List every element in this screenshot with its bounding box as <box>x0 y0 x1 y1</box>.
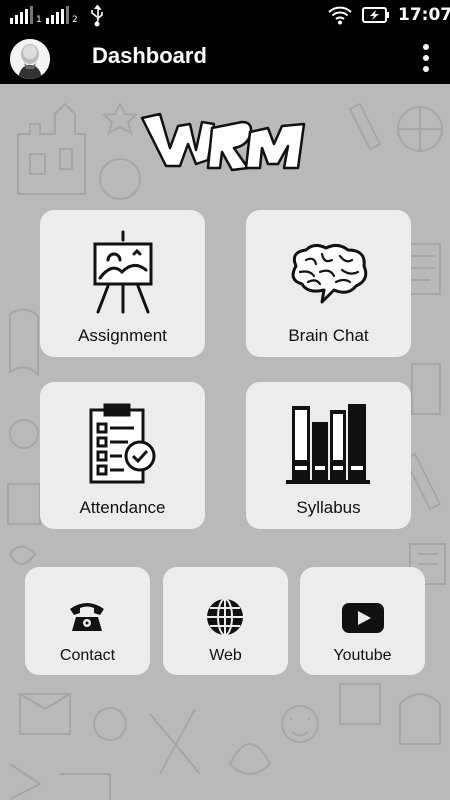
avatar[interactable] <box>10 39 50 79</box>
telephone-icon <box>70 603 104 631</box>
page-title: Dashboard <box>92 43 207 68</box>
tile-label: Attendance <box>79 498 166 517</box>
logo-graffiti <box>140 112 306 172</box>
tile-label: Youtube <box>333 647 392 664</box>
checklist-icon <box>89 403 156 484</box>
usb-icon <box>91 5 103 27</box>
attendance-tile[interactable]: Attendance <box>40 382 205 529</box>
battery-charging-icon <box>362 7 389 23</box>
sim1-label: 1 <box>36 15 42 25</box>
youtube-icon <box>342 603 384 633</box>
tile-label: Brain Chat <box>288 326 369 345</box>
assignment-tile[interactable]: Assignment <box>40 210 205 357</box>
youtube-tile[interactable]: Youtube <box>300 567 425 675</box>
signal-icon <box>46 6 69 24</box>
dashboard-content: Assignment Brain Chat Attendance Syllabu… <box>0 84 450 800</box>
globe-icon <box>207 598 243 636</box>
sim2-label: 2 <box>72 15 78 25</box>
brain-chat-icon <box>291 243 368 304</box>
status-time: 17:07 <box>398 5 450 25</box>
brain-chat-tile[interactable]: Brain Chat <box>246 210 411 357</box>
syllabus-tile[interactable]: Syllabus <box>246 382 411 529</box>
signal-icon <box>10 6 33 24</box>
tile-label: Contact <box>59 647 116 664</box>
wifi-icon <box>328 6 352 25</box>
contact-tile[interactable]: Contact <box>25 567 150 675</box>
status-bar: 1 2 17:07 <box>0 0 450 32</box>
tile-label: Syllabus <box>296 498 361 517</box>
tile-label: Assignment <box>78 326 167 345</box>
avatar-image <box>10 39 50 79</box>
app-bar: Dashboard <box>0 32 450 84</box>
tile-label: Web <box>209 647 242 664</box>
books-icon <box>286 404 370 484</box>
easel-icon <box>93 230 153 314</box>
more-vert-icon[interactable] <box>416 40 438 76</box>
web-tile[interactable]: Web <box>163 567 288 675</box>
